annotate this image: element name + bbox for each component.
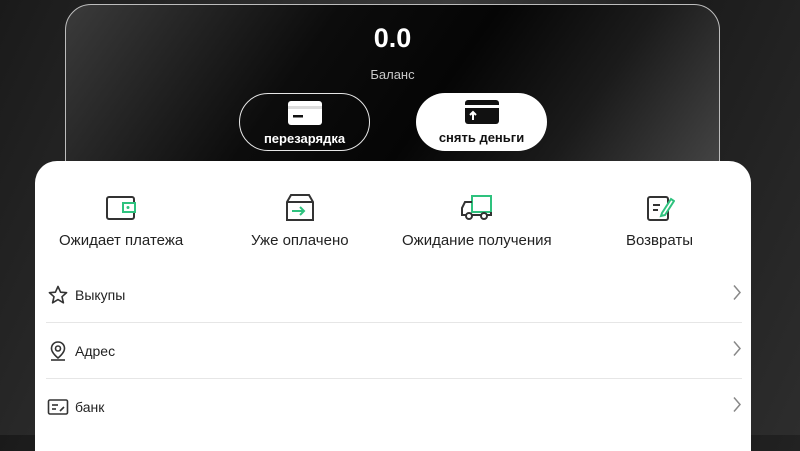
recharge-button[interactable]: перезарядка bbox=[239, 93, 370, 151]
bank-card-icon bbox=[47, 396, 69, 418]
wallet-icon bbox=[105, 191, 137, 225]
order-awaiting-payment[interactable]: Ожидает платежа bbox=[59, 191, 183, 249]
delivery-truck-icon bbox=[460, 191, 494, 225]
menu-item-address-label: Адрес bbox=[75, 342, 116, 359]
balance-value: 0.0 bbox=[373, 23, 412, 53]
chevron-right-icon bbox=[732, 284, 742, 305]
paid-box-icon bbox=[284, 191, 316, 225]
order-paid-label: Уже оплачено bbox=[251, 232, 349, 249]
order-returns-label: Возвраты bbox=[626, 232, 694, 249]
star-icon bbox=[47, 284, 69, 306]
menu-item-buyouts[interactable]: Выкупы bbox=[46, 267, 742, 323]
card-icon bbox=[287, 100, 323, 126]
balance-label: Баланс bbox=[370, 67, 415, 82]
chevron-right-icon bbox=[732, 397, 742, 418]
order-awaiting-receipt[interactable]: Ожидание получения bbox=[402, 191, 552, 249]
menu-item-bank-label: банк bbox=[75, 399, 105, 415]
recharge-label: перезарядка bbox=[263, 131, 346, 146]
menu-item-bank[interactable]: банк bbox=[46, 379, 742, 435]
order-awaiting-payment-label: Ожидает платежа bbox=[59, 232, 184, 249]
withdraw-label: снять деньги bbox=[438, 130, 525, 145]
withdraw-button[interactable]: снять деньги bbox=[416, 93, 547, 151]
orders-panel: Ожидает платежа Уже оплачено Ожидание по… bbox=[35, 161, 751, 451]
menu-item-address[interactable]: Адрес bbox=[46, 323, 742, 379]
order-returns[interactable]: Возвраты bbox=[626, 191, 693, 249]
order-paid[interactable]: Уже оплачено bbox=[251, 191, 349, 249]
location-pin-icon bbox=[47, 340, 69, 362]
menu-item-buyouts-label: Выкупы bbox=[75, 286, 126, 303]
return-edit-icon bbox=[645, 191, 675, 225]
chevron-right-icon bbox=[732, 340, 742, 361]
card-withdraw-icon bbox=[464, 99, 500, 125]
order-awaiting-receipt-label: Ожидание получения bbox=[402, 232, 552, 249]
